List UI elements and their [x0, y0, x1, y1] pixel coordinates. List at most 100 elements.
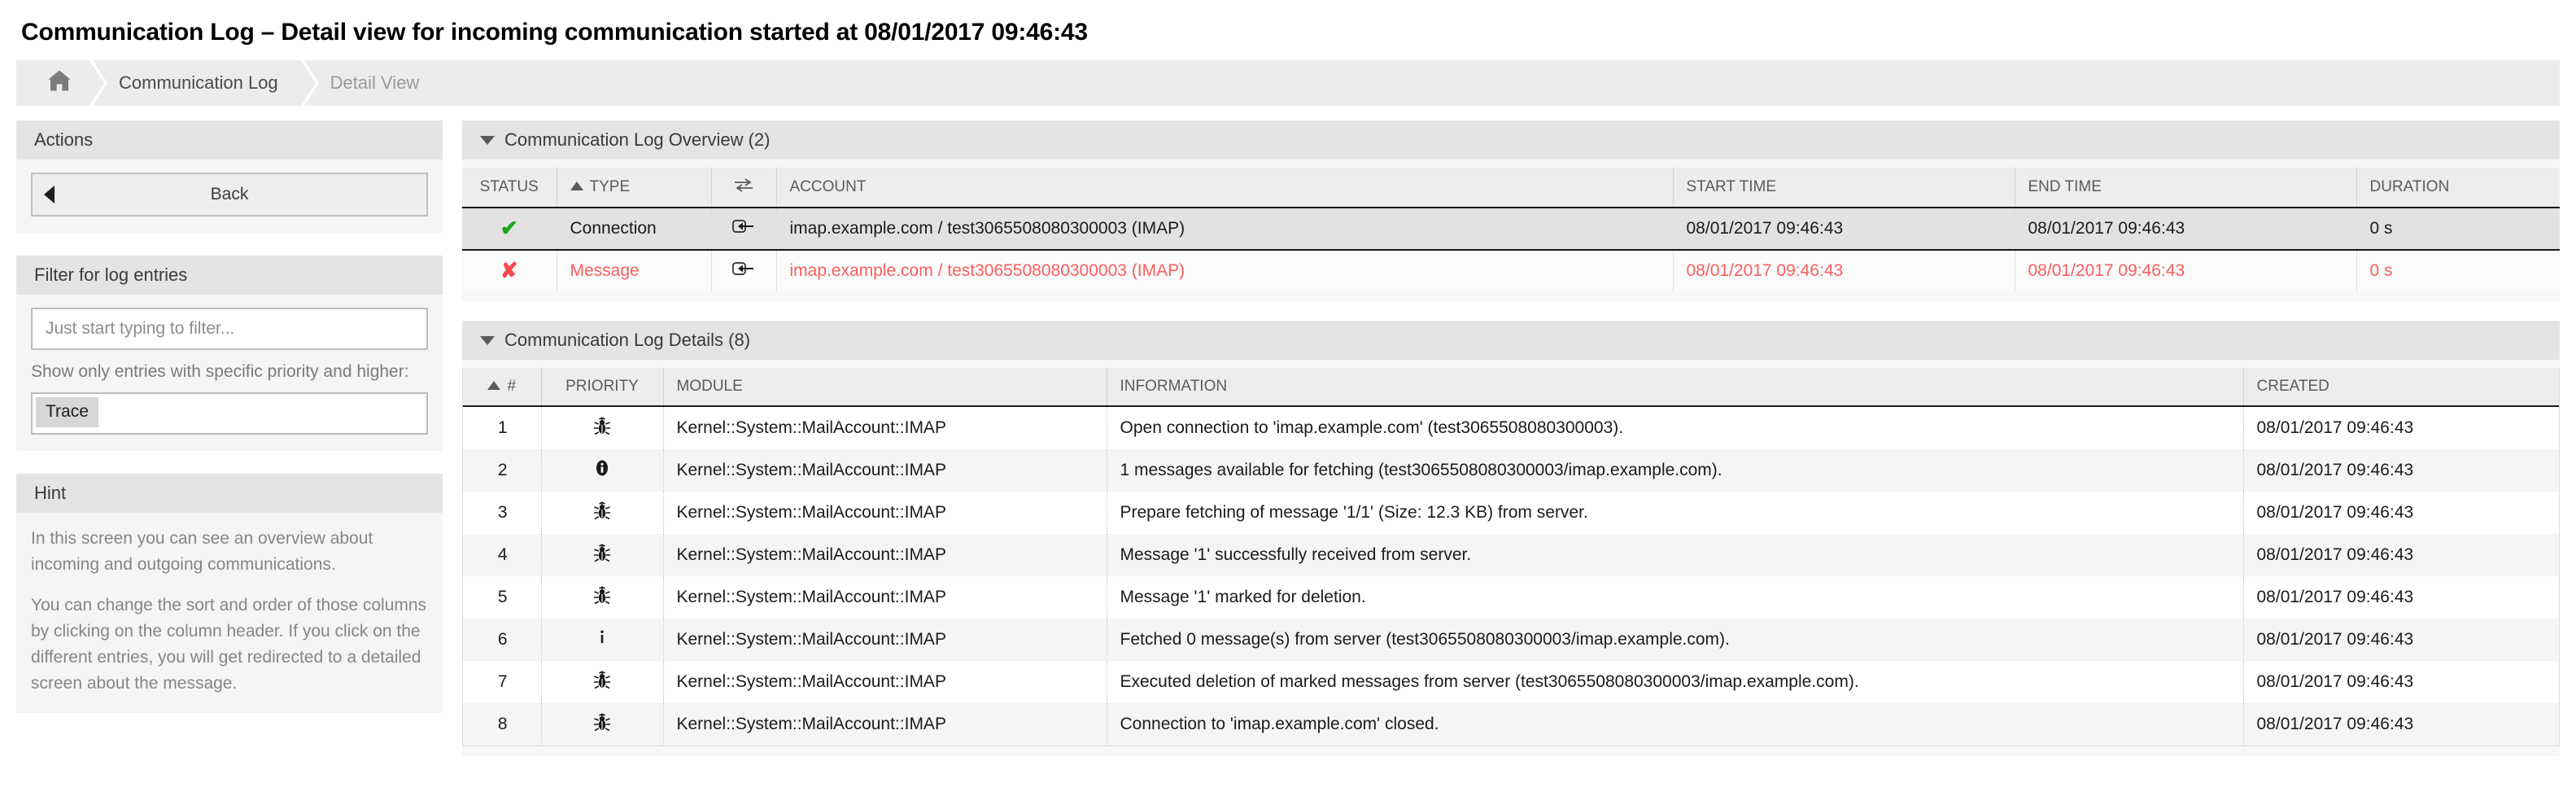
cell-account: imap.example.com / test3065508080300003 … — [776, 208, 1674, 251]
breadcrumb-item-detail-view: Detail View — [301, 60, 443, 106]
filter-widget: Filter for log entries Show only entries… — [16, 256, 443, 451]
column-header-priority[interactable]: PRIORITY — [541, 368, 664, 407]
info-filled-icon — [594, 458, 610, 478]
triangle-down-icon[interactable] — [480, 135, 495, 145]
main-layout: Actions Back Filter for log entries Show… — [0, 106, 2576, 776]
cell-module: Kernel::System::MailAccount::IMAP — [663, 492, 1107, 534]
cell-created: 08/01/2017 09:46:43 — [2243, 534, 2559, 576]
back-button[interactable]: Back — [31, 173, 428, 216]
bug-icon — [593, 543, 611, 562]
cell-priority — [541, 703, 664, 746]
filter-search-input[interactable] — [31, 308, 428, 350]
details-widget-header[interactable]: Communication Log Details (8) — [462, 321, 2560, 360]
cell-status: ✔ — [462, 208, 557, 251]
hint-widget-header: Hint — [16, 474, 443, 513]
column-header-end-time[interactable]: END TIME — [2015, 168, 2357, 208]
table-row[interactable]: 5 Kernel::System::MailAccount::IMAP Messa… — [463, 576, 2559, 619]
hint-widget: Hint In this screen you can see an overv… — [16, 474, 443, 713]
bug-icon — [593, 585, 611, 605]
actions-widget: Actions Back — [16, 120, 443, 233]
cell-created: 08/01/2017 09:46:43 — [2243, 449, 2559, 492]
cell-type: Message — [557, 250, 712, 291]
overview-widget-header[interactable]: Communication Log Overview (2) — [462, 120, 2560, 160]
details-table-wrap: # PRIORITY MODULE INFORMATION CREATED 1 … — [462, 360, 2560, 756]
cell-number: 8 — [463, 703, 542, 746]
cell-priority — [541, 492, 664, 534]
priority-option-trace[interactable]: Trace — [36, 397, 98, 427]
priority-filter-label: Show only entries with specific priority… — [31, 362, 409, 381]
table-row[interactable]: 4 Kernel::System::MailAccount::IMAP Messa… — [463, 534, 2559, 576]
column-header-start-time[interactable]: START TIME — [1673, 168, 2015, 208]
content-area: Communication Log Overview (2) STATUS TY… — [462, 120, 2560, 776]
cell-module: Kernel::System::MailAccount::IMAP — [663, 619, 1107, 661]
breadcrumb-item-communication-log[interactable]: Communication Log — [90, 60, 319, 106]
cell-information: Message '1' successfully received from s… — [1107, 534, 2244, 576]
sort-ascending-icon — [487, 381, 501, 390]
cell-number: 5 — [463, 576, 542, 619]
communication-log-overview-widget: Communication Log Overview (2) STATUS TY… — [462, 120, 2560, 301]
cell-end-time: 08/01/2017 09:46:43 — [2015, 208, 2357, 251]
sidebar: Actions Back Filter for log entries Show… — [16, 120, 443, 736]
incoming-arrow-icon — [731, 220, 756, 238]
cell-priority — [541, 534, 664, 576]
table-row[interactable]: ✘ Message imap.example.com / test3065508… — [462, 250, 2560, 291]
column-header-created[interactable]: CREATED — [2243, 368, 2559, 407]
column-header-number-label: # — [507, 378, 517, 395]
cell-module: Kernel::System::MailAccount::IMAP — [663, 534, 1107, 576]
breadcrumb-label: Detail View — [330, 72, 420, 93]
table-row[interactable]: ✔ Connection imap.example.com / test3065… — [462, 208, 2560, 251]
cell-number: 4 — [463, 534, 542, 576]
cross-icon: ✘ — [500, 258, 518, 282]
cell-priority — [541, 406, 664, 449]
filter-widget-header: Filter for log entries — [16, 256, 443, 295]
cell-direction — [711, 208, 777, 251]
back-button-label: Back — [210, 185, 249, 203]
overview-table-wrap: STATUS TYPE ACCOUNT START TIME END TIME … — [462, 160, 2560, 301]
priority-select[interactable]: Trace — [31, 392, 428, 435]
column-header-information[interactable]: INFORMATION — [1107, 368, 2244, 407]
cell-number: 1 — [463, 406, 542, 449]
cell-created: 08/01/2017 09:46:43 — [2243, 406, 2559, 449]
cell-priority — [541, 661, 664, 703]
actions-widget-header: Actions — [16, 120, 443, 160]
bug-icon — [593, 501, 611, 520]
details-header-row: # PRIORITY MODULE INFORMATION CREATED — [463, 368, 2559, 407]
table-row[interactable]: 2 Kernel::System::MailAccount::IMAP 1 mes… — [463, 449, 2559, 492]
cell-created: 08/01/2017 09:46:43 — [2243, 703, 2559, 746]
overview-header-row: STATUS TYPE ACCOUNT START TIME END TIME … — [462, 168, 2560, 208]
column-header-direction[interactable] — [711, 168, 777, 208]
bug-icon — [593, 670, 611, 689]
table-row[interactable]: 3 Kernel::System::MailAccount::IMAP Prepa… — [463, 492, 2559, 534]
cell-created: 08/01/2017 09:46:43 — [2243, 619, 2559, 661]
column-header-type[interactable]: TYPE — [557, 168, 712, 208]
cell-status: ✘ — [462, 250, 557, 291]
column-header-status[interactable]: STATUS — [462, 168, 557, 208]
cell-duration: 0 s — [2356, 208, 2560, 251]
cell-priority — [541, 619, 664, 661]
column-header-account[interactable]: ACCOUNT — [776, 168, 1674, 208]
cell-module: Kernel::System::MailAccount::IMAP — [663, 449, 1107, 492]
filter-widget-body: Show only entries with specific priority… — [16, 295, 443, 451]
cell-account: imap.example.com / test3065508080300003 … — [776, 250, 1674, 291]
column-header-duration[interactable]: DURATION — [2356, 168, 2560, 208]
table-row[interactable]: 6 Kernel::System::MailAccount::IMAP Fetch… — [463, 619, 2559, 661]
home-icon — [47, 69, 72, 97]
cell-start-time: 08/01/2017 09:46:43 — [1673, 208, 2015, 251]
table-row[interactable]: 8 Kernel::System::MailAccount::IMAP Conne… — [463, 703, 2559, 746]
column-header-module[interactable]: MODULE — [663, 368, 1107, 407]
actions-widget-body: Back — [16, 160, 443, 233]
cell-information: Fetched 0 message(s) from server (test30… — [1107, 619, 2244, 661]
table-row[interactable]: 1 Kernel::System::MailAccount::IMAP Open … — [463, 406, 2559, 449]
check-icon: ✔ — [500, 216, 518, 240]
details-widget-title: Communication Log Details (8) — [504, 330, 751, 350]
table-row[interactable]: 7 Kernel::System::MailAccount::IMAP Execu… — [463, 661, 2559, 703]
cell-number: 7 — [463, 661, 542, 703]
cell-information: Executed deletion of marked messages fro… — [1107, 661, 2244, 703]
triangle-down-icon[interactable] — [480, 335, 495, 345]
hint-widget-body: In this screen you can see an overview a… — [16, 513, 443, 713]
breadcrumb: Communication Log Detail View — [16, 60, 2560, 106]
cell-module: Kernel::System::MailAccount::IMAP — [663, 406, 1107, 449]
breadcrumb-home[interactable] — [16, 60, 107, 106]
sort-ascending-icon — [570, 182, 583, 190]
column-header-number[interactable]: # — [463, 368, 542, 407]
